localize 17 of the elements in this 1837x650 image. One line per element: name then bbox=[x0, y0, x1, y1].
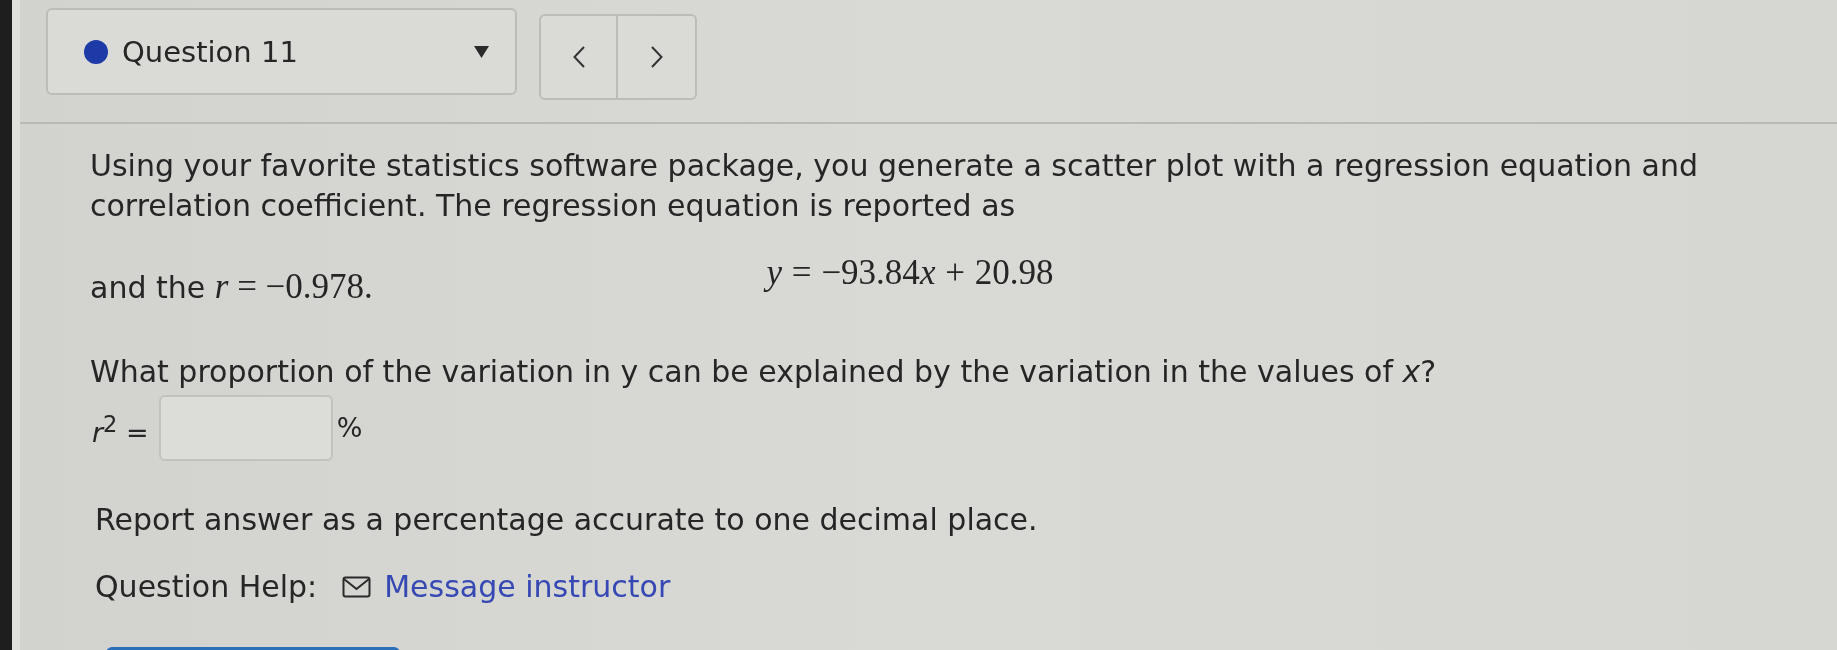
chevron-right-icon bbox=[650, 46, 663, 68]
instructions-text: Report answer as a percentage accurate to one decimal place. bbox=[94, 501, 1038, 539]
r-squared-label: r$^{2}$ = bbox=[91, 409, 149, 450]
question-text: Using your favorite statistics software package, you generate a scatter plot with a regression equation and correlation coefficient. The regression equation is reported as bbox=[90, 147, 1699, 225]
question-help-label: Question Help: bbox=[95, 568, 318, 606]
percent-unit: % bbox=[336, 411, 363, 445]
envelope-icon bbox=[342, 576, 372, 598]
correlation-text: and the r = −0.978. bbox=[90, 267, 373, 308]
next-button[interactable] bbox=[618, 14, 697, 100]
previous-button[interactable] bbox=[539, 14, 618, 100]
question-dropdown[interactable]: Question 11 bbox=[46, 8, 517, 95]
status-dot-icon bbox=[84, 39, 108, 64]
chevron-left-icon bbox=[572, 46, 585, 68]
caret-icon bbox=[474, 45, 489, 58]
message-instructor-link[interactable]: Message instructor bbox=[342, 567, 671, 607]
question-prompt: What proportion of the variation in y can be explained by the variation in the values of x? bbox=[90, 353, 1437, 391]
answer-field[interactable] bbox=[158, 395, 333, 461]
